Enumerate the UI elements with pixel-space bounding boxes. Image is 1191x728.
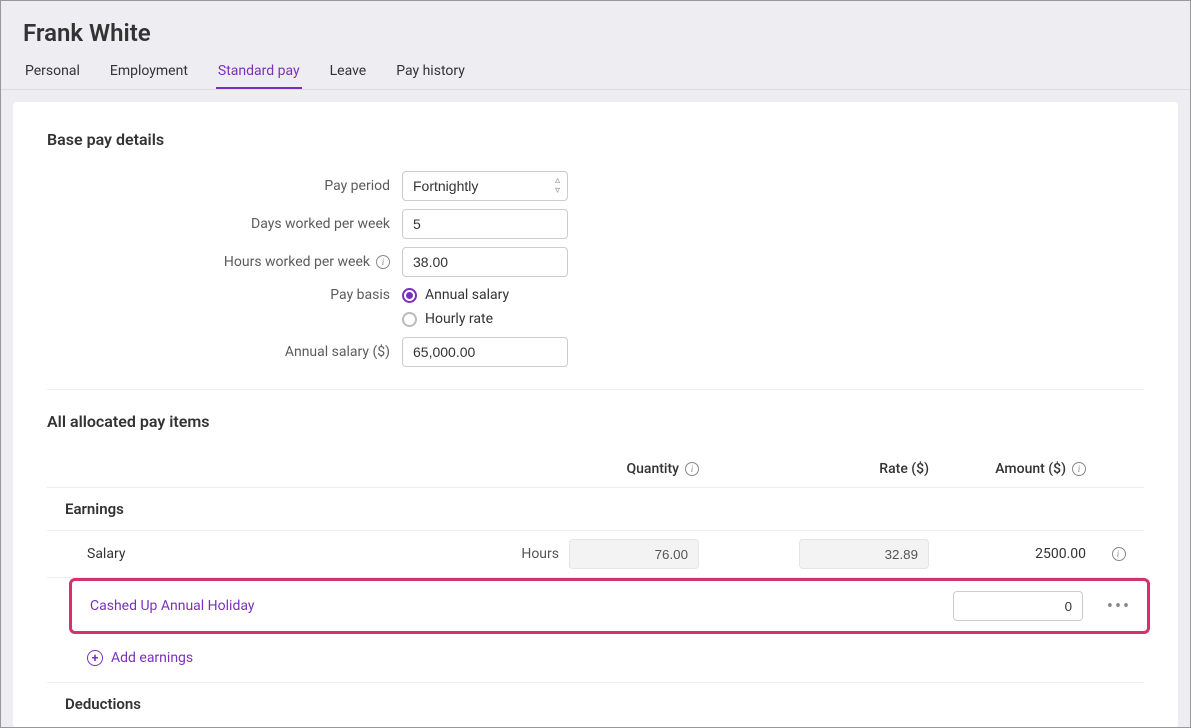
pay-items-table: Quantity i Rate ($) Amount ($) i Earning… xyxy=(47,451,1144,725)
info-icon[interactable]: i xyxy=(685,462,699,476)
pay-item-link[interactable]: Cashed Up Annual Holiday xyxy=(72,598,480,614)
group-deductions: Deductions xyxy=(47,683,1144,725)
table-row-highlighted: Cashed Up Annual Holiday ••• xyxy=(69,578,1150,634)
hours-per-week-input[interactable] xyxy=(402,247,568,277)
add-earnings-label: Add earnings xyxy=(111,650,193,666)
annual-salary-input[interactable] xyxy=(402,337,568,367)
days-per-week-label: Days worked per week xyxy=(47,216,402,232)
page-title: Frank White xyxy=(1,1,1190,55)
tabs: Personal Employment Standard pay Leave P… xyxy=(1,55,1190,90)
days-per-week-input[interactable] xyxy=(402,209,568,239)
more-actions-button[interactable]: ••• xyxy=(1091,596,1147,617)
tab-employment[interactable]: Employment xyxy=(108,55,190,89)
tab-standard-pay[interactable]: Standard pay xyxy=(216,55,302,89)
quantity-unit: Hours xyxy=(521,546,559,562)
amount-input[interactable] xyxy=(953,591,1083,621)
pay-period-label: Pay period xyxy=(47,178,402,194)
info-icon[interactable]: i xyxy=(376,255,390,269)
content-panel: Base pay details Pay period ▵▿ Days work… xyxy=(13,102,1178,728)
annual-salary-label: Annual salary ($) xyxy=(47,344,402,360)
pay-basis-label: Pay basis xyxy=(47,285,402,303)
pay-basis-annual-radio[interactable]: Annual salary xyxy=(402,287,509,303)
col-rate: Rate ($) xyxy=(707,461,937,477)
group-earnings: Earnings xyxy=(47,488,1144,531)
pay-basis-annual-label: Annual salary xyxy=(425,287,509,303)
amount-value: 2500.00 xyxy=(1035,546,1086,562)
pay-item-name: Salary xyxy=(47,546,477,562)
hours-per-week-label: Hours worked per week i xyxy=(47,254,402,270)
plus-circle-icon: + xyxy=(87,650,103,666)
tab-pay-history[interactable]: Pay history xyxy=(394,55,467,89)
table-row: Salary Hours 2500.00 i xyxy=(47,531,1144,578)
info-icon[interactable]: i xyxy=(1112,547,1126,561)
tab-leave[interactable]: Leave xyxy=(328,55,369,89)
quantity-input[interactable] xyxy=(569,539,699,569)
info-icon[interactable]: i xyxy=(1072,462,1086,476)
col-quantity: Quantity i xyxy=(477,461,707,477)
section-allocated-title: All allocated pay items xyxy=(47,412,1144,431)
rate-input[interactable] xyxy=(799,539,929,569)
pay-basis-hourly-radio[interactable]: Hourly rate xyxy=(402,311,509,327)
col-amount: Amount ($) i xyxy=(937,461,1094,477)
pay-basis-hourly-label: Hourly rate xyxy=(425,311,493,327)
add-earnings-button[interactable]: + Add earnings xyxy=(47,634,1144,683)
pay-period-select[interactable] xyxy=(402,171,568,201)
section-base-pay-title: Base pay details xyxy=(47,130,1144,149)
tab-personal[interactable]: Personal xyxy=(23,55,82,89)
divider xyxy=(47,389,1144,390)
